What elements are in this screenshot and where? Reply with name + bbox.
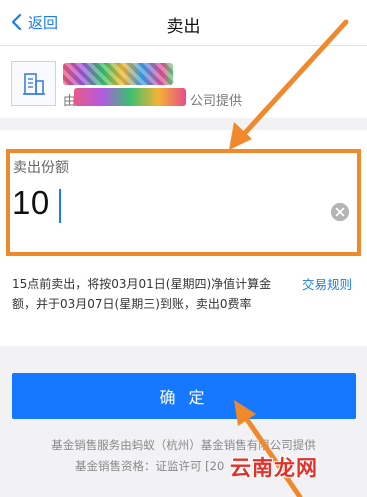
notice-text: 15点前卖出，将按03月01日(星期四)净值计算金额，并于03月07日(星期三)… [12, 277, 272, 311]
sell-shares-label: 卖出份额 [13, 160, 69, 176]
text-cursor [59, 189, 61, 223]
sell-screen: 返回 卖出 由 公司提供 卖出份额 10 15点前卖出，将按03月01日(星期四… [0, 0, 367, 497]
building-icon [11, 61, 56, 106]
trading-rules-link[interactable]: 交易规则 [302, 274, 352, 293]
settlement-notice: 15点前卖出，将按03月01日(星期四)净值计算金额，并于03月07日(星期三)… [0, 264, 367, 346]
clear-icon [331, 203, 349, 221]
confirm-button[interactable]: 确 定 [12, 373, 356, 419]
watermark-logo: 云南龙网 [230, 455, 318, 480]
nav-bar: 返回 卖出 [0, 0, 367, 46]
fund-name-redacted [63, 63, 173, 85]
provider-name-redacted [74, 88, 186, 106]
fund-info: 由 公司提供 [0, 46, 367, 118]
sell-shares-input[interactable]: 10 [12, 184, 50, 222]
footer-license: 基金销售资格：证监许可 [20 [75, 459, 225, 473]
sell-amount-card: 卖出份额 10 [0, 130, 367, 264]
clear-button[interactable] [331, 203, 349, 221]
footer-provider: 基金销售服务由蚂蚁（杭州）基金销售有限公司提供 [51, 438, 316, 452]
page-title: 卖出 [166, 17, 201, 37]
provider-suffix: 公司提供 [190, 94, 243, 109]
